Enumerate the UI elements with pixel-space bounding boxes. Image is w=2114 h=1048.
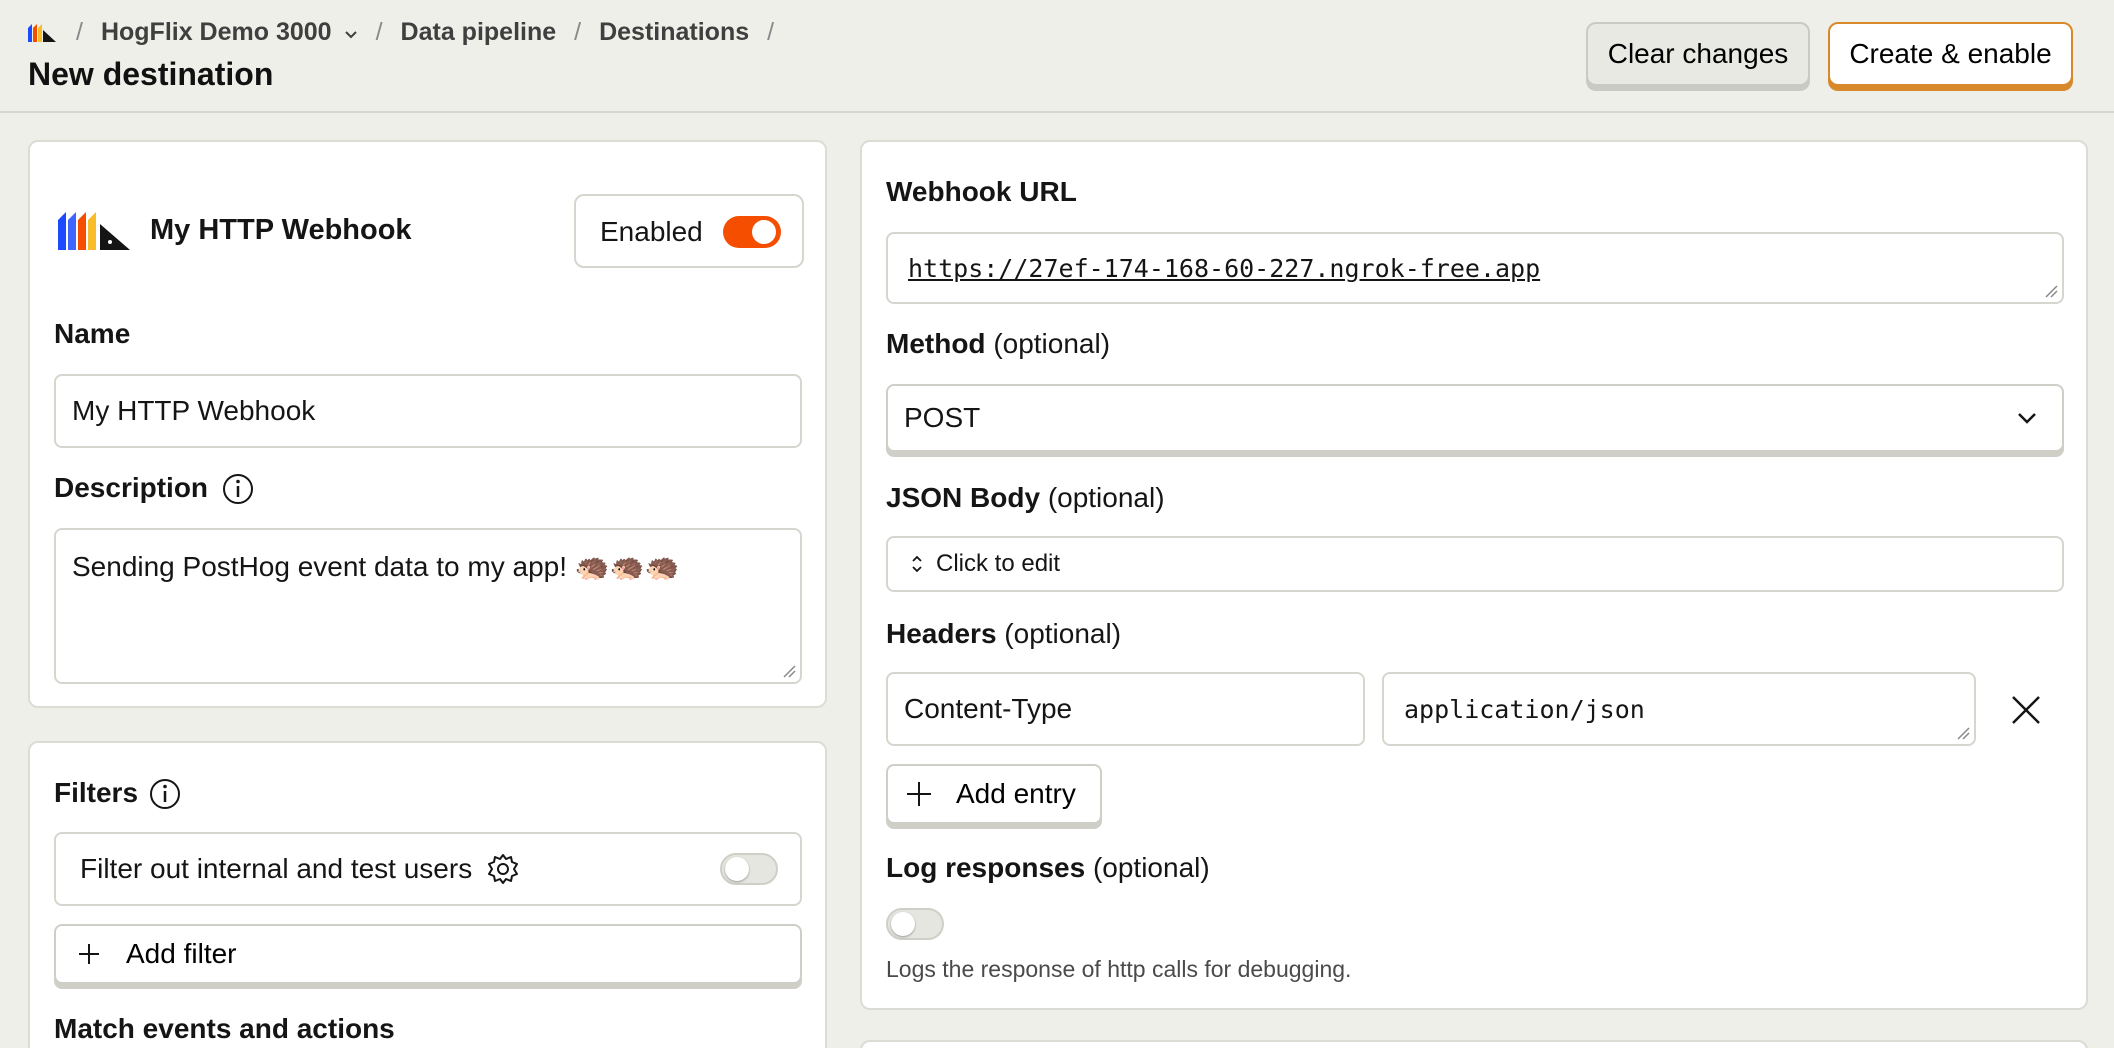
log-responses-help: Logs the response of http calls for debu… <box>886 956 1352 982</box>
add-filter-label: Add filter <box>126 938 237 969</box>
page-title: New destination <box>28 56 274 92</box>
breadcrumb-separator: / <box>76 17 83 46</box>
breadcrumb: / HogFlix Demo 3000 / Data pipeline / De… <box>28 14 792 50</box>
header-key-input[interactable]: Content-Type <box>886 672 1365 746</box>
log-responses-toggle[interactable] <box>886 908 944 940</box>
posthog-logo-icon[interactable] <box>28 22 58 42</box>
description-label: Description <box>54 472 209 503</box>
name-label: Name <box>54 318 131 349</box>
header-key-value: Content-Type <box>904 693 1073 724</box>
description-value: Sending PostHog event data to my app! 🦔🦔… <box>72 551 680 582</box>
expand-icon <box>912 555 922 573</box>
webhook-url-input[interactable]: https://27ef-174-168-60-227.ngrok-free.a… <box>886 232 2064 304</box>
chevron-down-icon <box>344 30 357 38</box>
filters-card: Filters Filter out internal and test use… <box>28 741 827 1048</box>
breadcrumb-separator: / <box>574 17 582 46</box>
breadcrumb-data-pipeline[interactable]: Data pipeline <box>401 18 557 47</box>
plus-icon <box>907 782 931 806</box>
enabled-toggle-box[interactable]: Enabled <box>574 194 804 268</box>
header-value-input[interactable]: application/json <box>1382 672 1976 746</box>
top-bar: / HogFlix Demo 3000 / Data pipeline / De… <box>0 0 2114 113</box>
create-enable-button[interactable]: Create & enable <box>1828 22 2073 86</box>
next-card-peek <box>860 1040 2088 1048</box>
internal-users-filter-label: Filter out internal and test users <box>80 853 473 884</box>
breadcrumb-destinations[interactable]: Destinations <box>599 18 749 47</box>
destination-logo-icon <box>58 212 130 250</box>
add-entry-label: Add entry <box>956 778 1076 809</box>
method-select[interactable]: POST <box>886 384 2064 452</box>
toggle-knob <box>891 912 915 936</box>
name-input[interactable]: My HTTP Webhook <box>54 374 802 448</box>
chevron-down-icon <box>2018 413 2036 424</box>
info-icon[interactable] <box>148 777 182 811</box>
description-textarea[interactable]: Sending PostHog event data to my app! 🦔🦔… <box>54 528 802 684</box>
destination-card: My HTTP Webhook Enabled Name My HTTP Web… <box>28 140 827 708</box>
json-body-editor[interactable]: Click to edit <box>886 536 2064 592</box>
internal-users-filter-row[interactable]: Filter out internal and test users <box>54 832 802 906</box>
add-entry-button[interactable]: Add entry <box>886 764 1102 824</box>
webhook-url-value: https://27ef-174-168-60-227.ngrok-free.a… <box>908 253 1541 283</box>
configuration-card: Webhook URL https://27ef-174-168-60-227.… <box>860 140 2088 1010</box>
plus-icon <box>79 944 99 964</box>
headers-label: Headers (optional) <box>886 618 1122 649</box>
toggle-knob <box>725 857 749 881</box>
method-selected-value: POST <box>904 402 981 433</box>
toggle-knob <box>752 220 776 244</box>
breadcrumb-project[interactable]: HogFlix Demo 3000 <box>101 18 358 47</box>
enabled-label: Enabled <box>600 216 703 247</box>
remove-header-close-icon[interactable] <box>2010 694 2042 726</box>
breadcrumb-separator: / <box>375 17 383 46</box>
match-events-title: Match events and actions <box>54 1013 395 1044</box>
resize-handle-icon[interactable] <box>782 664 796 678</box>
enabled-toggle[interactable] <box>723 216 781 248</box>
header-value-value: application/json <box>1404 694 1645 724</box>
webhook-url-label: Webhook URL <box>886 176 1077 207</box>
info-icon[interactable] <box>221 472 255 506</box>
log-responses-label: Log responses (optional) <box>886 852 1210 883</box>
method-label: Method (optional) <box>886 328 1111 359</box>
clear-changes-button[interactable]: Clear changes <box>1586 22 1810 86</box>
gear-icon[interactable] <box>486 852 520 886</box>
json-body-placeholder: Click to edit <box>936 550 1061 577</box>
add-filter-button[interactable]: Add filter <box>54 924 802 984</box>
internal-users-toggle[interactable] <box>720 853 778 885</box>
resize-handle-icon[interactable] <box>1956 726 1970 740</box>
filters-title: Filters <box>54 777 139 808</box>
name-input-value: My HTTP Webhook <box>72 395 316 426</box>
destination-display-name: My HTTP Webhook <box>150 214 412 246</box>
json-body-label: JSON Body (optional) <box>886 482 1165 513</box>
breadcrumb-separator: / <box>767 17 775 46</box>
resize-handle-icon[interactable] <box>2044 284 2058 298</box>
